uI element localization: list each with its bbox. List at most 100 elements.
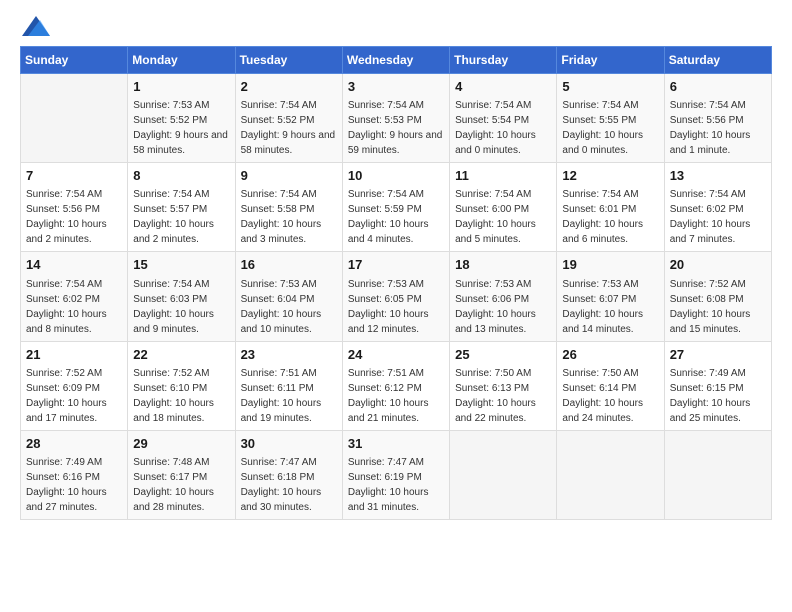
- day-number: 17: [348, 256, 444, 274]
- day-info: Sunrise: 7:53 AMSunset: 6:05 PMDaylight:…: [348, 277, 444, 337]
- day-number: 30: [241, 435, 337, 453]
- calendar-cell: [664, 430, 771, 519]
- day-number: 4: [455, 78, 551, 96]
- day-number: 15: [133, 256, 229, 274]
- calendar-cell: 1 Sunrise: 7:53 AMSunset: 5:52 PMDaylight…: [128, 74, 235, 163]
- day-number: 14: [26, 256, 122, 274]
- day-info: Sunrise: 7:48 AMSunset: 6:17 PMDaylight:…: [133, 455, 229, 515]
- day-number: 9: [241, 167, 337, 185]
- day-info: Sunrise: 7:53 AMSunset: 6:07 PMDaylight:…: [562, 277, 658, 337]
- day-number: 20: [670, 256, 766, 274]
- calendar-cell: 3Sunrise: 7:54 AMSunset: 5:53 PMDaylight…: [342, 74, 449, 163]
- day-number: 5: [562, 78, 658, 96]
- day-info: Sunrise: 7:54 AMSunset: 6:01 PMDaylight:…: [562, 187, 658, 247]
- day-info: Sunrise: 7:49 AMSunset: 6:16 PMDaylight:…: [26, 455, 122, 515]
- day-info: Sunrise: 7:54 AMSunset: 5:56 PMDaylight:…: [26, 187, 122, 247]
- calendar-cell: 29Sunrise: 7:48 AMSunset: 6:17 PMDayligh…: [128, 430, 235, 519]
- column-header-friday: Friday: [557, 47, 664, 74]
- day-number: 2: [241, 78, 337, 96]
- calendar-cell: 30 Sunrise: 7:47 AMSunset: 6:18 PMDayligh…: [235, 430, 342, 519]
- day-info: Sunrise: 7:52 AMSunset: 6:08 PMDaylight:…: [670, 277, 766, 337]
- calendar-table: SundayMondayTuesdayWednesdayThursdayFrid…: [20, 46, 772, 520]
- calendar-cell: 20 Sunrise: 7:52 AMSunset: 6:08 PMDayligh…: [664, 252, 771, 341]
- day-number: 10: [348, 167, 444, 185]
- calendar-cell: 4 Sunrise: 7:54 AMSunset: 5:54 PMDaylight…: [450, 74, 557, 163]
- day-info: Sunrise: 7:54 AMSunset: 5:55 PMDaylight:…: [562, 98, 658, 158]
- day-number: 1: [133, 78, 229, 96]
- day-info: Sunrise: 7:52 AMSunset: 6:09 PMDaylight:…: [26, 366, 122, 426]
- day-info: Sunrise: 7:51 AMSunset: 6:12 PMDaylight:…: [348, 366, 444, 426]
- day-info: Sunrise: 7:53 AMSunset: 6:04 PMDaylight:…: [241, 277, 337, 337]
- day-info: Sunrise: 7:50 AMSunset: 6:13 PMDaylight:…: [455, 366, 551, 426]
- calendar-cell: [21, 74, 128, 163]
- day-number: 18: [455, 256, 551, 274]
- day-number: 19: [562, 256, 658, 274]
- calendar-cell: 11 Sunrise: 7:54 AMSunset: 6:00 PMDayligh…: [450, 163, 557, 252]
- calendar-cell: 2Sunrise: 7:54 AMSunset: 5:52 PMDaylight…: [235, 74, 342, 163]
- day-number: 26: [562, 346, 658, 364]
- calendar-cell: 16 Sunrise: 7:53 AMSunset: 6:04 PMDayligh…: [235, 252, 342, 341]
- day-info: Sunrise: 7:54 AMSunset: 5:57 PMDaylight:…: [133, 187, 229, 247]
- day-number: 24: [348, 346, 444, 364]
- column-header-sunday: Sunday: [21, 47, 128, 74]
- day-info: Sunrise: 7:54 AMSunset: 5:56 PMDaylight:…: [670, 98, 766, 158]
- day-number: 21: [26, 346, 122, 364]
- day-info: Sunrise: 7:49 AMSunset: 6:15 PMDaylight:…: [670, 366, 766, 426]
- day-info: Sunrise: 7:54 AMSunset: 6:02 PMDaylight:…: [670, 187, 766, 247]
- day-number: 16: [241, 256, 337, 274]
- day-info: Sunrise: 7:54 AMSunset: 5:58 PMDaylight:…: [241, 187, 337, 247]
- logo-icon: [22, 16, 50, 36]
- calendar-week-row: 28 Sunrise: 7:49 AMSunset: 6:16 PMDayligh…: [21, 430, 772, 519]
- day-info: Sunrise: 7:54 AMSunset: 6:02 PMDaylight:…: [26, 277, 122, 337]
- day-number: 12: [562, 167, 658, 185]
- calendar-cell: 22Sunrise: 7:52 AMSunset: 6:10 PMDayligh…: [128, 341, 235, 430]
- day-number: 11: [455, 167, 551, 185]
- calendar-cell: 15 Sunrise: 7:54 AMSunset: 6:03 PMDayligh…: [128, 252, 235, 341]
- day-info: Sunrise: 7:53 AMSunset: 6:06 PMDaylight:…: [455, 277, 551, 337]
- calendar-cell: 8 Sunrise: 7:54 AMSunset: 5:57 PMDaylight…: [128, 163, 235, 252]
- day-info: Sunrise: 7:47 AMSunset: 6:18 PMDaylight:…: [241, 455, 337, 515]
- day-number: 25: [455, 346, 551, 364]
- calendar-cell: 18 Sunrise: 7:53 AMSunset: 6:06 PMDayligh…: [450, 252, 557, 341]
- calendar-cell: 23 Sunrise: 7:51 AMSunset: 6:11 PMDayligh…: [235, 341, 342, 430]
- day-info: Sunrise: 7:53 AMSunset: 5:52 PMDaylight:…: [133, 98, 229, 158]
- day-info: Sunrise: 7:47 AMSunset: 6:19 PMDaylight:…: [348, 455, 444, 515]
- calendar-cell: 31Sunrise: 7:47 AMSunset: 6:19 PMDayligh…: [342, 430, 449, 519]
- day-info: Sunrise: 7:54 AMSunset: 5:53 PMDaylight:…: [348, 98, 444, 158]
- day-info: Sunrise: 7:54 AMSunset: 6:00 PMDaylight:…: [455, 187, 551, 247]
- calendar-cell: 19 Sunrise: 7:53 AMSunset: 6:07 PMDayligh…: [557, 252, 664, 341]
- calendar-cell: 25 Sunrise: 7:50 AMSunset: 6:13 PMDayligh…: [450, 341, 557, 430]
- calendar-cell: 14 Sunrise: 7:54 AMSunset: 6:02 PMDayligh…: [21, 252, 128, 341]
- calendar-cell: 28 Sunrise: 7:49 AMSunset: 6:16 PMDayligh…: [21, 430, 128, 519]
- column-header-tuesday: Tuesday: [235, 47, 342, 74]
- day-number: 28: [26, 435, 122, 453]
- calendar-cell: 27 Sunrise: 7:49 AMSunset: 6:15 PMDayligh…: [664, 341, 771, 430]
- calendar-cell: [450, 430, 557, 519]
- calendar-cell: 7 Sunrise: 7:54 AMSunset: 5:56 PMDaylight…: [21, 163, 128, 252]
- day-number: 23: [241, 346, 337, 364]
- calendar-cell: [557, 430, 664, 519]
- calendar-cell: 5 Sunrise: 7:54 AMSunset: 5:55 PMDaylight…: [557, 74, 664, 163]
- day-number: 27: [670, 346, 766, 364]
- day-info: Sunrise: 7:54 AMSunset: 6:03 PMDaylight:…: [133, 277, 229, 337]
- calendar-cell: 13Sunrise: 7:54 AMSunset: 6:02 PMDayligh…: [664, 163, 771, 252]
- column-header-wednesday: Wednesday: [342, 47, 449, 74]
- day-number: 7: [26, 167, 122, 185]
- day-number: 8: [133, 167, 229, 185]
- calendar-cell: 9 Sunrise: 7:54 AMSunset: 5:58 PMDaylight…: [235, 163, 342, 252]
- calendar-cell: 12 Sunrise: 7:54 AMSunset: 6:01 PMDayligh…: [557, 163, 664, 252]
- day-number: 6: [670, 78, 766, 96]
- day-number: 22: [133, 346, 229, 364]
- page-header: [20, 20, 772, 36]
- calendar-cell: 17 Sunrise: 7:53 AMSunset: 6:05 PMDayligh…: [342, 252, 449, 341]
- logo: [20, 20, 50, 36]
- calendar-header-row: SundayMondayTuesdayWednesdayThursdayFrid…: [21, 47, 772, 74]
- day-info: Sunrise: 7:51 AMSunset: 6:11 PMDaylight:…: [241, 366, 337, 426]
- day-info: Sunrise: 7:54 AMSunset: 5:54 PMDaylight:…: [455, 98, 551, 158]
- calendar-week-row: 1 Sunrise: 7:53 AMSunset: 5:52 PMDaylight…: [21, 74, 772, 163]
- day-info: Sunrise: 7:54 AMSunset: 5:59 PMDaylight:…: [348, 187, 444, 247]
- calendar-cell: 24 Sunrise: 7:51 AMSunset: 6:12 PMDayligh…: [342, 341, 449, 430]
- calendar-cell: 21 Sunrise: 7:52 AMSunset: 6:09 PMDayligh…: [21, 341, 128, 430]
- calendar-week-row: 21 Sunrise: 7:52 AMSunset: 6:09 PMDayligh…: [21, 341, 772, 430]
- column-header-monday: Monday: [128, 47, 235, 74]
